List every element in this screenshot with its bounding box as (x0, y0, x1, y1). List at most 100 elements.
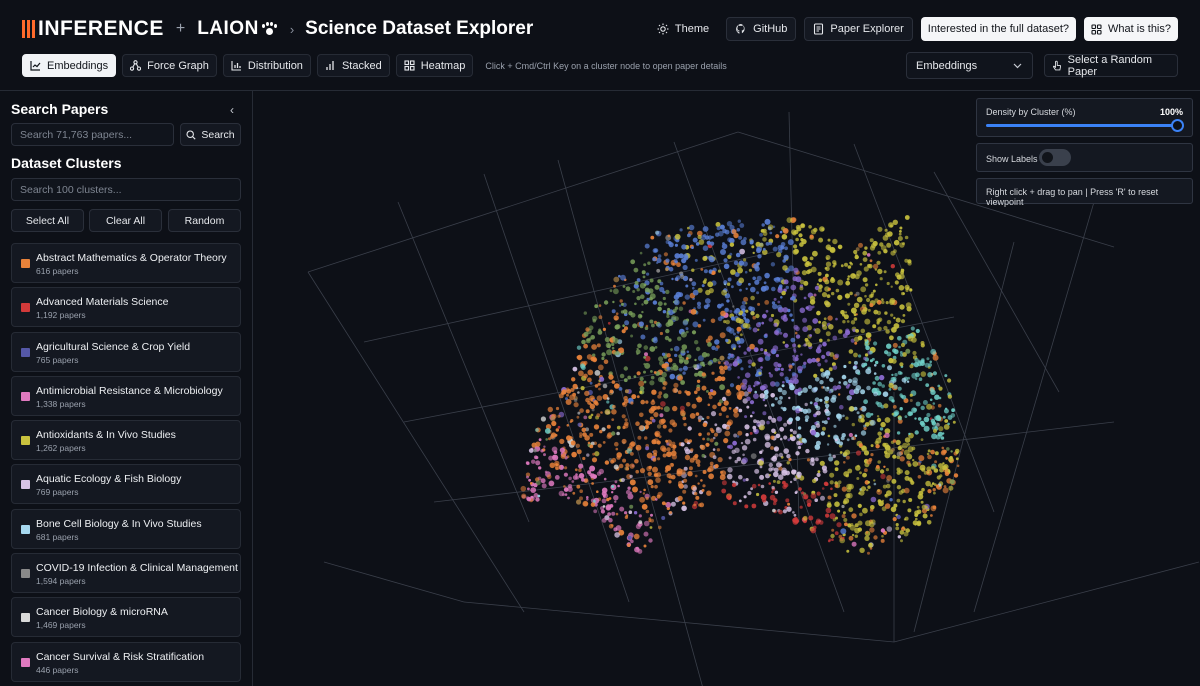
what-is-this-button[interactable]: What is this? (1084, 17, 1178, 41)
paper-point (608, 497, 612, 500)
paper-point (548, 437, 551, 441)
cluster-click-hint: Click + Cmd/Ctrl Key on a cluster node t… (485, 60, 727, 71)
paper-point (729, 309, 733, 313)
paper-point (788, 417, 793, 423)
github-button[interactable]: GitHub (726, 17, 797, 41)
inference-logo[interactable]: INFERENCE (22, 17, 164, 41)
density-slider-handle[interactable] (1171, 119, 1184, 132)
cluster-item[interactable]: Cancer Survival & Risk Stratification 446… (11, 641, 241, 682)
paper-point (650, 485, 654, 489)
cluster-count: 1,338 papers (36, 398, 86, 409)
random-paper-button[interactable]: Select a Random Paper (1044, 54, 1178, 78)
cluster-item[interactable]: Antimicrobial Resistance & Microbiology 1… (11, 375, 241, 416)
paper-point (828, 367, 833, 372)
paper-point (848, 507, 854, 513)
cluster-item[interactable]: Advanced Materials Science 1,192 papers (11, 287, 241, 328)
paper-point (763, 281, 767, 285)
paper-point (529, 482, 533, 485)
select-all-button[interactable]: Select All (11, 209, 84, 232)
paper-point (882, 235, 889, 241)
cluster-item[interactable]: Bone Cell Biology & In Vivo Studies 681 p… (11, 508, 241, 549)
paper-point (758, 371, 762, 375)
paper-search-input[interactable]: Search 71,763 papers... (11, 123, 174, 146)
paper-point (909, 364, 914, 369)
paper-point (780, 367, 784, 371)
paper-point (932, 354, 939, 361)
cluster-item[interactable]: Cancer Biology & microRNA 1,469 papers (11, 597, 241, 638)
tab-heatmap[interactable]: Heatmap (395, 54, 474, 77)
paper-point (576, 449, 582, 455)
cluster-item[interactable]: COVID-19 Infection & Clinical Management… (11, 553, 241, 594)
collapse-sidebar-icon[interactable]: ‹ (230, 103, 234, 117)
density-slider-track[interactable] (986, 124, 1180, 127)
cluster-search-input[interactable]: Search 100 clusters... (11, 178, 241, 201)
density-control: Density by Cluster (%) 100% (976, 98, 1193, 137)
paper-point (838, 381, 841, 384)
cluster-item[interactable]: Abstract Mathematics & Operator Theory 61… (11, 243, 241, 283)
paper-point (825, 261, 832, 267)
cluster-item[interactable]: Antioxidants & In Vivo Studies 1,262 pape… (11, 420, 241, 461)
cluster-item[interactable]: Agricultural Science & Crop Yield 765 pap… (11, 331, 241, 372)
paper-point (578, 370, 584, 377)
paper-point (956, 464, 960, 468)
paper-point (901, 377, 907, 383)
paper-point (647, 479, 654, 486)
paper-point (949, 479, 955, 485)
paper-point (881, 364, 886, 368)
paper-point (872, 324, 877, 329)
cluster-swatch (21, 613, 30, 623)
paper-point (671, 441, 676, 446)
paper-point (869, 238, 874, 243)
view-select[interactable]: Embeddings (906, 52, 1033, 79)
paper-point (843, 314, 849, 320)
tab-embeddings[interactable]: Embeddings (22, 54, 117, 77)
paper-point (666, 353, 671, 358)
paper-point (927, 454, 932, 460)
paper-point (567, 484, 573, 489)
paper-point (886, 242, 892, 248)
paper-point (942, 432, 945, 435)
paper-point (578, 463, 584, 469)
paper-point (759, 465, 763, 469)
paper-point (675, 275, 681, 280)
full-dataset-button[interactable]: Interested in the full dataset? (920, 17, 1077, 41)
paper-point (770, 435, 775, 440)
paper-point (761, 321, 765, 325)
paper-point (692, 486, 697, 492)
random-clusters-button[interactable]: Random (168, 209, 241, 232)
paper-point (733, 433, 738, 438)
tab-distribution[interactable]: Distribution (222, 54, 311, 77)
paper-explorer-button[interactable]: Paper Explorer (804, 17, 913, 41)
tab-stacked[interactable]: Stacked (316, 54, 390, 77)
paper-point (852, 365, 857, 370)
paper-point (544, 428, 551, 434)
theme-button[interactable]: Theme (648, 17, 718, 41)
paper-point (797, 426, 802, 430)
paper-point (927, 471, 930, 474)
chart-icon (30, 61, 41, 71)
paper-point (570, 419, 574, 423)
paper-point (732, 305, 735, 308)
show-labels-toggle[interactable] (1039, 149, 1071, 166)
search-button[interactable]: Search (180, 123, 241, 146)
paper-point (663, 252, 668, 257)
paper-point (848, 432, 854, 438)
paper-point (839, 451, 843, 454)
clear-all-button[interactable]: Clear All (89, 209, 162, 232)
tab-force-graph[interactable]: Force Graph (122, 54, 217, 77)
viewport-hint-text: Right click + drag to pan | Press 'R' to… (986, 187, 1159, 207)
laion-logo[interactable]: LAION (197, 18, 277, 40)
cluster-item[interactable]: Aquatic Ecology & Fish Biology 769 papers (11, 464, 241, 505)
cluster-swatch (21, 347, 30, 357)
paper-point (925, 383, 930, 387)
paper-point (777, 287, 783, 293)
paper-point (907, 508, 912, 513)
paper-point (654, 484, 658, 489)
paper-point (673, 345, 680, 352)
paper-point (636, 395, 640, 399)
paper-point (695, 412, 700, 416)
paper-point (929, 398, 933, 402)
paper-point (639, 490, 642, 494)
paper-point (869, 303, 874, 308)
paper-point (898, 416, 902, 421)
